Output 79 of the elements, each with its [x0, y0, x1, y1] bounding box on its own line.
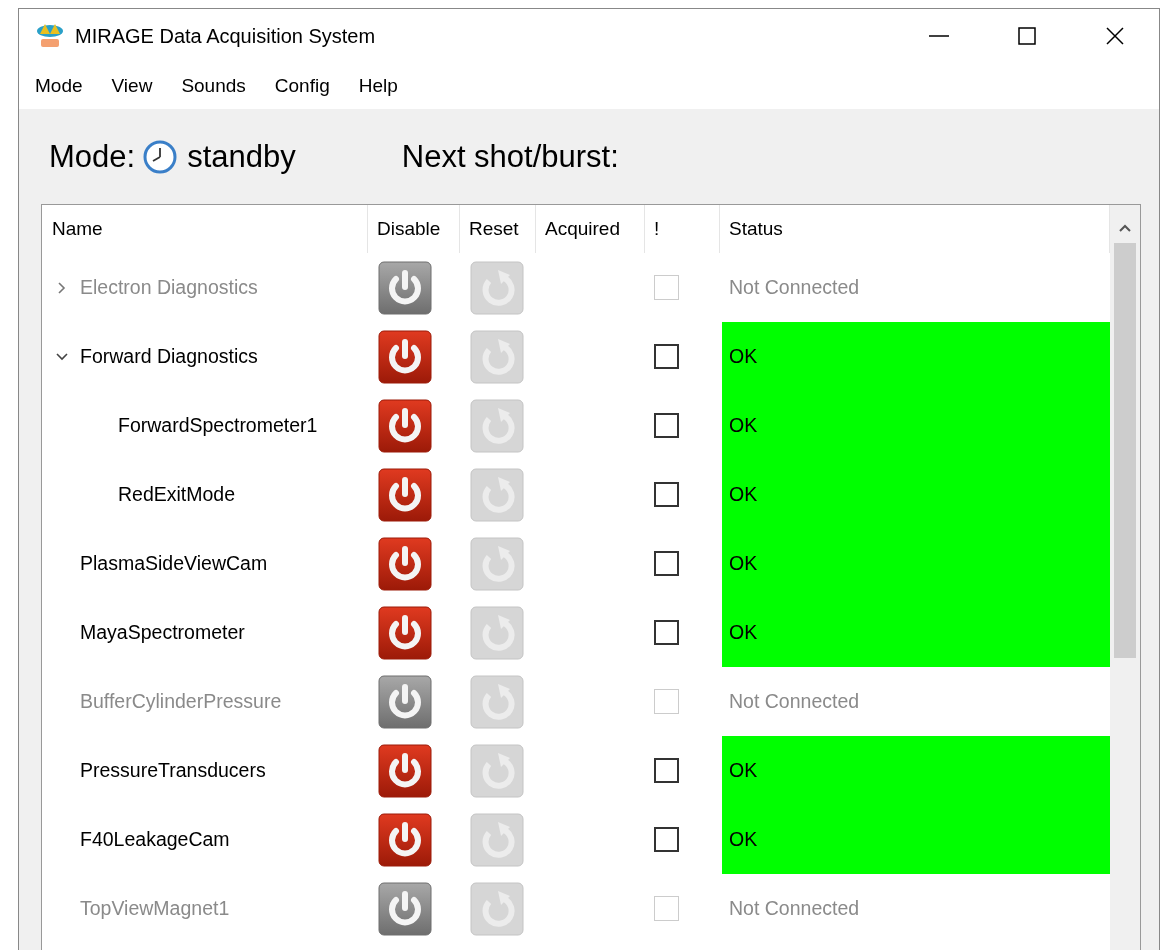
window-title: MIRAGE Data Acquisition System [75, 24, 377, 48]
menu-item[interactable]: View [111, 75, 153, 97]
device-name: Electron Diagnostics [80, 276, 258, 299]
checkbox[interactable] [654, 482, 679, 507]
column-header[interactable]: Acquired [536, 205, 645, 253]
device-name: PlasmaSideViewCam [80, 552, 268, 575]
device-name: ForwardSpectrometer1 [118, 414, 318, 437]
device-name: F40LeakageCam [80, 828, 230, 851]
clock-icon [143, 139, 178, 174]
status-cell: OK [722, 391, 1110, 460]
device-name: PressureTransducers [80, 759, 266, 782]
disable-button[interactable] [378, 536, 432, 591]
status-cell: OK [722, 598, 1110, 667]
checkbox[interactable] [654, 413, 679, 438]
disable-button[interactable] [378, 881, 432, 936]
reset-icon [470, 260, 524, 315]
status-cell: OK [722, 460, 1110, 529]
next-shot-label: Next shot/burst: [401, 138, 619, 175]
minimize-icon [929, 35, 949, 37]
power-icon [378, 536, 432, 591]
power-icon [378, 398, 432, 453]
status-cell-text: Not Connected [728, 896, 861, 921]
mode-value: standby [187, 138, 296, 175]
device-name: TopViewMagnet1 [80, 897, 230, 920]
status-cell: OK [722, 322, 1110, 391]
maximize-icon [1017, 26, 1037, 46]
disable-button[interactable] [378, 605, 432, 660]
status-cell-text: Not Connected [728, 275, 861, 300]
device-name: BufferCylinderPressure [80, 690, 282, 713]
checkbox[interactable] [654, 827, 679, 852]
scrollbar-thumb[interactable] [1114, 243, 1136, 658]
status-cell: OK [722, 805, 1110, 874]
disable-button[interactable] [378, 398, 432, 453]
power-icon [378, 329, 432, 384]
menu-item[interactable]: Config [274, 75, 330, 97]
column-header[interactable]: Reset [460, 205, 536, 253]
column-header[interactable]: Disable [368, 205, 460, 253]
reset-icon [470, 329, 524, 384]
status-cell: OK [722, 529, 1110, 598]
reset-icon [470, 398, 524, 453]
close-icon [1105, 26, 1125, 46]
disable-button[interactable] [378, 329, 432, 384]
status-cell: OK [722, 736, 1110, 805]
device-name: MayaSpectrometer [80, 621, 245, 644]
scroll-up-icon[interactable] [1118, 223, 1132, 233]
status-cell-text: Not Connected [728, 689, 861, 714]
app-logo-icon [35, 22, 65, 50]
power-icon [378, 674, 432, 729]
device-name: Forward Diagnostics [80, 345, 258, 368]
disable-button[interactable] [378, 812, 432, 867]
checkbox[interactable] [654, 758, 679, 783]
reset-icon [470, 467, 524, 522]
power-icon [378, 812, 432, 867]
checkbox[interactable] [654, 620, 679, 645]
reset-icon [470, 743, 524, 798]
disable-button[interactable] [378, 743, 432, 798]
power-icon [378, 605, 432, 660]
reset-icon [470, 674, 524, 729]
mode-label: Mode: [49, 138, 136, 175]
menu-item[interactable]: Sounds [181, 75, 246, 97]
power-icon [378, 467, 432, 522]
checkbox[interactable] [654, 344, 679, 369]
disable-button[interactable] [378, 260, 432, 315]
reset-icon [470, 536, 524, 591]
reset-icon [470, 812, 524, 867]
reset-icon [470, 881, 524, 936]
disable-button[interactable] [378, 467, 432, 522]
column-header[interactable]: Name [42, 205, 368, 253]
power-icon [378, 743, 432, 798]
power-icon [378, 881, 432, 936]
menu-item[interactable]: Help [358, 75, 398, 97]
power-icon [378, 260, 432, 315]
disable-button[interactable] [378, 674, 432, 729]
menu-item[interactable]: Mode [35, 75, 83, 97]
checkbox[interactable] [654, 551, 679, 576]
scrollbar[interactable] [1110, 205, 1140, 950]
device-name: RedExitMode [118, 483, 236, 506]
reset-icon [470, 605, 524, 660]
column-header[interactable]: ! [645, 205, 720, 253]
